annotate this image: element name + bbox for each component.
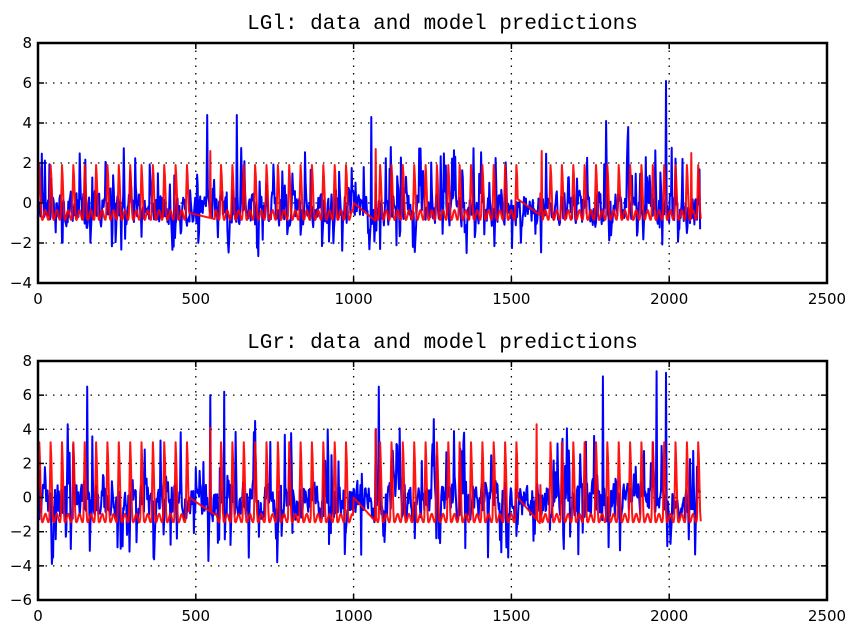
y-tick-label: 8 (22, 352, 32, 370)
x-tick-label: 0 (33, 290, 43, 308)
x-tick-label: 500 (181, 290, 210, 308)
series-data-line (37, 370, 702, 565)
series-model-line (37, 148, 702, 222)
x-tick-label: 500 (181, 607, 210, 625)
subplot-2: LGr: data and model predictions −6 −4 −2 0 2 4… (10, 332, 846, 625)
figure: LGl: data and model predictions −4 −2 0 2 4 6 8… (10, 13, 846, 625)
chart-title: LGl: data and model predictions (247, 13, 638, 36)
axes-frame (36, 41, 829, 285)
x-tick-label: 1500 (492, 290, 530, 308)
y-tick-label: 0 (22, 194, 32, 212)
y-tick-label: 8 (22, 34, 32, 52)
y-tick-label: 2 (22, 154, 32, 172)
x-tick-label: 2000 (650, 607, 688, 625)
y-tick-label: 6 (22, 386, 32, 404)
x-tick-label: 2000 (650, 290, 688, 308)
y-tick-label: 2 (22, 454, 32, 472)
y-tick-label: −4 (10, 557, 32, 575)
y-tick-label: −2 (10, 523, 32, 541)
y-tick-label: 6 (22, 74, 32, 92)
x-tick-label: 2500 (808, 290, 846, 308)
y-tick-label: −2 (10, 234, 32, 252)
y-tick-label: −6 (10, 591, 32, 609)
chart-title: LGr: data and model predictions (247, 332, 638, 355)
series-data-line (37, 80, 702, 258)
x-tick-label: 1500 (492, 607, 530, 625)
x-tick-label: 1000 (335, 607, 373, 625)
y-tick-label: −4 (10, 274, 32, 292)
x-tick-label: 1000 (335, 290, 373, 308)
subplot-1: LGl: data and model predictions −4 −2 0 2 4 6 8… (10, 13, 846, 308)
y-tick-label: 4 (22, 114, 32, 132)
x-tick-label: 2500 (808, 607, 846, 625)
y-tick-label: 4 (22, 420, 32, 438)
y-tick-label: 0 (22, 489, 32, 507)
x-tick-label: 0 (33, 607, 43, 625)
